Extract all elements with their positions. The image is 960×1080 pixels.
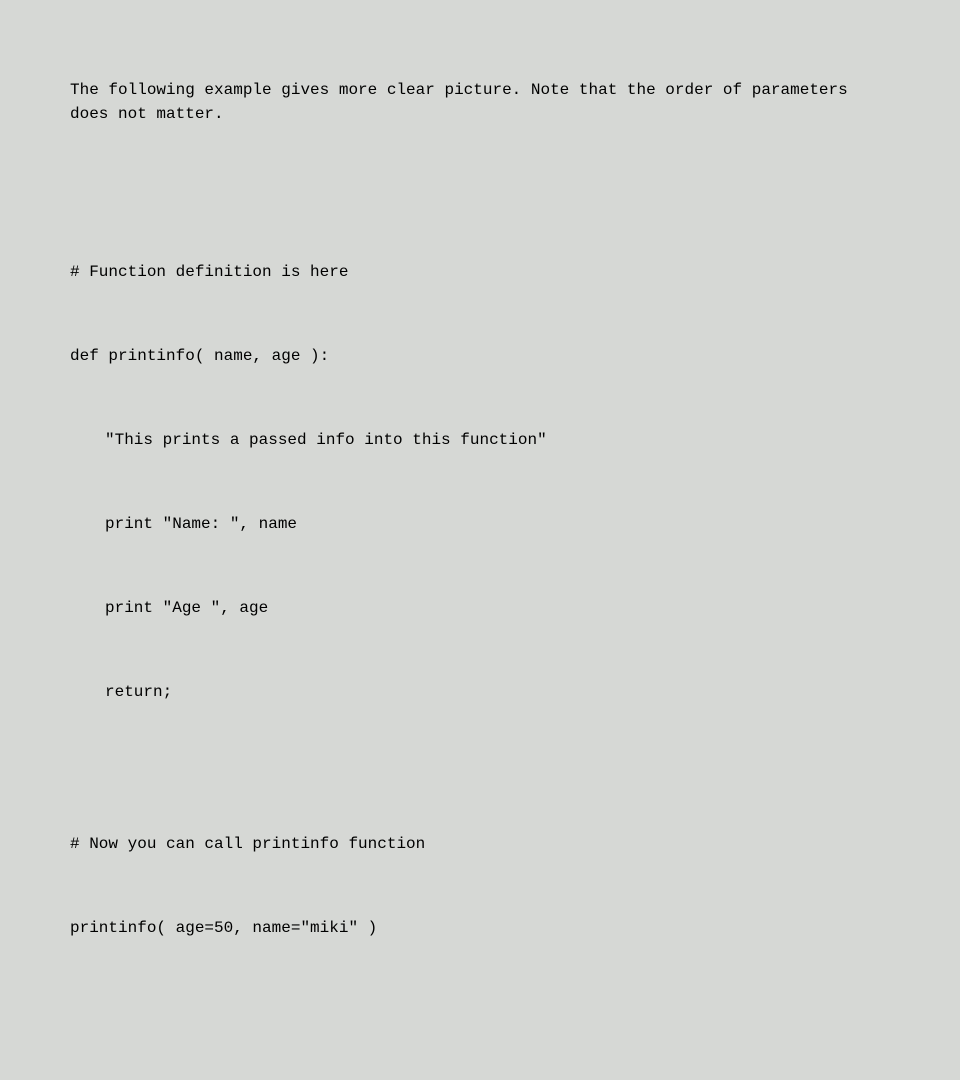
- code-def: def printinfo( name, age ):: [70, 344, 890, 368]
- code-comment: # Function definition is here: [70, 260, 890, 284]
- code-print-name: print "Name: ", name: [70, 512, 890, 536]
- intro-paragraph: The following example gives more clear p…: [70, 78, 890, 126]
- code-comment-call: # Now you can call printinfo function: [70, 832, 890, 856]
- code-call: printinfo( age=50, name="miki" ): [70, 916, 890, 940]
- document-content: The following example gives more clear p…: [70, 30, 890, 1080]
- code-block: # Function definition is here def printi…: [70, 212, 890, 1000]
- code-docstring: "This prints a passed info into this fun…: [70, 428, 890, 452]
- code-print-age: print "Age ", age: [70, 596, 890, 620]
- code-return: return;: [70, 680, 890, 704]
